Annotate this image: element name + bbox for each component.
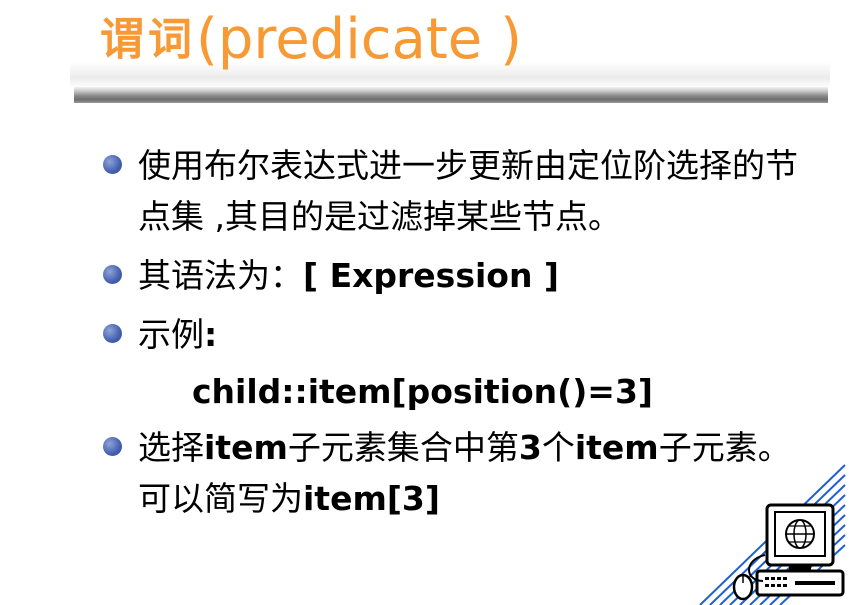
title-rule [74, 87, 828, 103]
slide: 谓词(predicate ) 使用布尔表达式进一步更新由定位阶选择的节点集 ,其… [0, 0, 850, 605]
bullet-text: 子元素集合中第 [287, 428, 519, 467]
bullet-code: item [204, 428, 288, 467]
bullet-icon [103, 155, 122, 174]
bullet-code: [ Expression ] [303, 256, 560, 295]
bullet-text: 示例 [138, 315, 204, 354]
bullet-code: 3 [518, 428, 542, 467]
page-title: 谓词(predicate ) [100, 2, 522, 78]
example-code: child::item[position()=3] [192, 372, 653, 411]
bullet-text: 其语法为： [138, 256, 303, 295]
bullet-item: 其语法为：[ Expression ] [100, 250, 800, 301]
bullet-icon [103, 265, 122, 284]
bullet-icon [103, 324, 122, 343]
bullet-text: 选择 [138, 428, 204, 467]
title-cjk: 谓词 [100, 14, 196, 65]
bullet-text: 个 [541, 428, 575, 467]
bullet-item: 示例: [100, 309, 800, 360]
monitor [765, 503, 835, 571]
bullet-code: item[3] [303, 479, 440, 518]
bullet-item: 使用布尔表达式进一步更新由定位阶选择的节点集 ,其目的是过滤掉某些节点。 [100, 140, 800, 242]
title-latin: (predicate ) [196, 7, 522, 72]
bullet-colon: : [204, 315, 218, 354]
bullet-code: item [574, 428, 659, 467]
keyboard [755, 569, 845, 597]
bullet-text: 使用布尔表达式进一步更新由定位阶选择的节点集 ,其目的是过滤掉某些节点。 [138, 146, 798, 236]
computer-globe-icon [699, 464, 846, 605]
bullet-icon [103, 437, 122, 456]
